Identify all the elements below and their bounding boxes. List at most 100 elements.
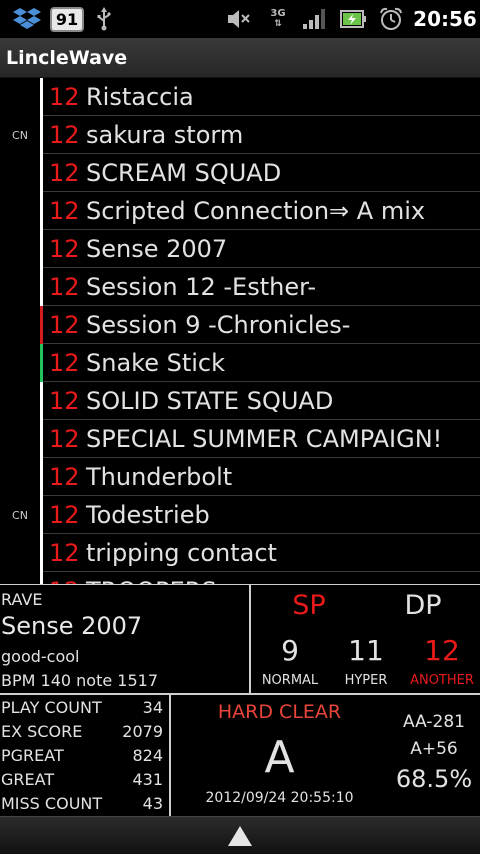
- song-name: SCREAM SQUAD: [86, 159, 282, 187]
- song-level: 12: [49, 387, 80, 415]
- song-level: 12: [49, 273, 80, 301]
- clear-status-strip: [40, 268, 43, 306]
- difficulty-normal-label: NORMAL: [261, 673, 319, 688]
- charge-note-tag: [0, 458, 40, 496]
- charge-note-tag: [0, 78, 40, 116]
- song-bpm-notes: BPM 140 note 1517: [1, 671, 158, 690]
- song-row[interactable]: 12 tripping contact: [0, 534, 480, 572]
- song-level: 12: [49, 463, 80, 491]
- song-row[interactable]: 12 Snake Stick: [0, 344, 480, 382]
- song-row[interactable]: 12 Scripted Connection⇒ A mix: [0, 192, 480, 230]
- song-level: 12: [49, 197, 80, 225]
- notification-count: 91: [49, 6, 85, 32]
- song-artist: good-cool: [1, 647, 80, 666]
- clear-status-strip: [40, 534, 43, 572]
- network-type-label: 3G: [270, 8, 286, 19]
- song-row[interactable]: 12 SPECIAL SUMMER CAMPAIGN!: [0, 420, 480, 458]
- clear-status-strip: [40, 572, 43, 584]
- song-level: 12: [49, 159, 80, 187]
- stat-ex-score-value: 2079: [122, 722, 163, 741]
- song-name: Session 9 -Chronicles-: [86, 311, 351, 339]
- clear-status-strip: [40, 306, 43, 344]
- stat-play-count-value: 34: [142, 698, 163, 717]
- mute-icon: [224, 0, 254, 38]
- stat-miss-count-label: MISS COUNT: [1, 794, 103, 813]
- rank-diff-upper: AA-281: [403, 712, 465, 732]
- detail-top-divider: [0, 584, 480, 585]
- song-row[interactable]: 12 Session 12 -Esther-: [0, 268, 480, 306]
- app-title-bar: LincleWave: [0, 38, 480, 78]
- status-time: 20:56: [413, 7, 477, 31]
- difficulty-normal-level[interactable]: 9: [252, 634, 328, 667]
- charge-note-tag: [0, 306, 40, 344]
- usb-icon: [92, 0, 116, 38]
- song-row[interactable]: 12 Session 9 -Chronicles-: [0, 306, 480, 344]
- clear-status-strip: [40, 344, 43, 382]
- difficulty-hyper-level[interactable]: 11: [328, 634, 404, 667]
- last-played-date: 2012/09/24 20:55:10: [205, 790, 354, 806]
- song-row[interactable]: 12 SOLID STATE SQUAD: [0, 382, 480, 420]
- song-row[interactable]: 12 Ristaccia: [0, 78, 480, 116]
- song-title: Sense 2007: [1, 612, 143, 640]
- song-detail-panel: RAVE Sense 2007 good-cool BPM 140 note 1…: [0, 584, 480, 816]
- charge-note-tag: [0, 230, 40, 268]
- song-list[interactable]: 12 Ristaccia CN 12 sakura storm 12 SCREAM SQUA…: [0, 78, 480, 584]
- play-style-dp[interactable]: DP: [366, 590, 480, 621]
- song-row[interactable]: 12 Thunderbolt: [0, 458, 480, 496]
- stat-pgreat-value: 824: [132, 746, 163, 765]
- dropbox-icon: [10, 0, 44, 38]
- song-name: Session 12 -Esther-: [86, 273, 317, 301]
- song-name: Thunderbolt: [86, 463, 233, 491]
- charge-note-tag: CN: [12, 508, 28, 522]
- dj-grade: A: [264, 732, 295, 783]
- clear-status-strip: [40, 496, 43, 534]
- stat-ex-score-label: EX SCORE: [1, 722, 83, 741]
- song-level: 12: [49, 235, 80, 263]
- charge-note-tag: [0, 268, 40, 306]
- detail-middle-divider: [0, 693, 480, 695]
- difficulty-another-label: ANOTHER: [410, 673, 474, 688]
- song-name: SOLID STATE SQUAD: [86, 387, 334, 415]
- song-name: Ristaccia: [86, 83, 194, 111]
- song-level: 12: [49, 121, 80, 149]
- charge-note-tag: [0, 192, 40, 230]
- song-name: Snake Stick: [86, 349, 225, 377]
- stat-miss-count-value: 43: [142, 794, 163, 813]
- status-bar: 91 3G ⇅ 20:56: [0, 0, 480, 38]
- notification-count-icon: 91: [49, 0, 85, 38]
- song-row[interactable]: 12 Sense 2007: [0, 230, 480, 268]
- signal-strength-icon: [300, 0, 328, 38]
- song-row[interactable]: 12 SCREAM SQUAD: [0, 154, 480, 192]
- expand-bar[interactable]: [0, 816, 480, 854]
- stat-pgreat-label: PGREAT: [1, 746, 64, 765]
- clear-status-strip: [40, 78, 43, 116]
- song-level: 12: [49, 83, 80, 111]
- charge-note-tag: [0, 572, 40, 584]
- network-3g-icon: 3G ⇅: [270, 8, 286, 30]
- charge-note-tag: [0, 344, 40, 382]
- song-level: 12: [49, 425, 80, 453]
- clear-lamp: HARD CLEAR: [217, 701, 342, 723]
- clear-status-strip: [40, 192, 43, 230]
- stat-great-value: 431: [132, 770, 163, 789]
- difficulty-another-level[interactable]: 12: [404, 634, 480, 667]
- clear-status-strip: [40, 382, 43, 420]
- song-level: 12: [49, 501, 80, 529]
- battery-charging-icon: [338, 0, 368, 38]
- song-level: 12: [49, 572, 80, 584]
- song-row[interactable]: 12 TROOPERS: [0, 572, 480, 584]
- charge-note-tag: [0, 154, 40, 192]
- song-row[interactable]: CN 12 sakura storm: [0, 116, 480, 154]
- song-name: Todestrieb: [86, 501, 210, 529]
- song-name: sakura storm: [86, 121, 244, 149]
- arrow-up-icon[interactable]: [227, 825, 253, 847]
- app-title: LincleWave: [6, 46, 128, 69]
- song-genre: RAVE: [1, 590, 43, 609]
- play-style-sp[interactable]: SP: [252, 590, 366, 621]
- song-level: 12: [49, 539, 80, 567]
- clear-status-strip: [40, 154, 43, 192]
- clear-status-strip: [40, 458, 43, 496]
- stat-great-label: GREAT: [1, 770, 55, 789]
- clear-status-strip: [40, 230, 43, 268]
- song-row[interactable]: CN 12 Todestrieb: [0, 496, 480, 534]
